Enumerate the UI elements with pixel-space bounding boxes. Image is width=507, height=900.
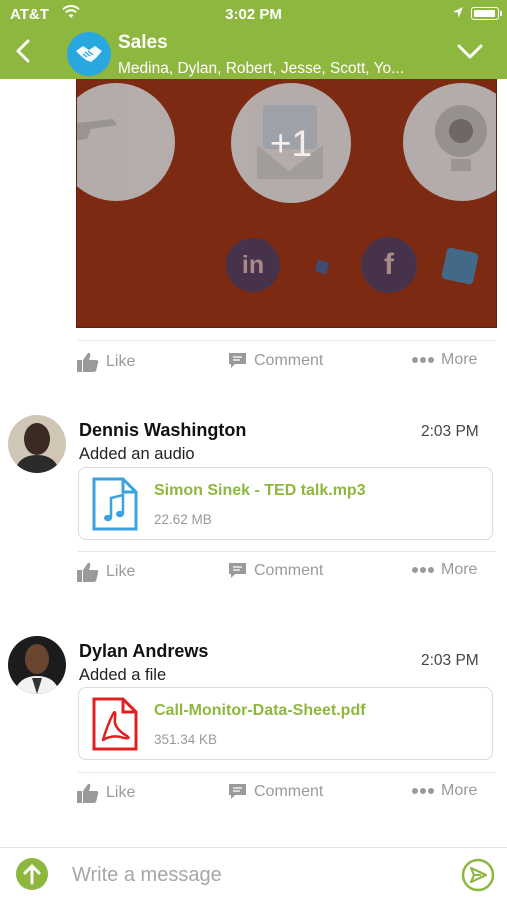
- divider: [78, 551, 496, 552]
- member-list[interactable]: Medina, Dylan, Robert, Jesse, Scott, Yo.…: [118, 60, 438, 78]
- comment-button[interactable]: Comment: [227, 561, 323, 580]
- more-label: More: [441, 782, 478, 799]
- image-preview[interactable]: +1 in f: [76, 79, 497, 328]
- app-header: AT&T 3:02 PM Sales Medina, Dylan, Robert…: [0, 0, 507, 79]
- attachment-size: 351.34 KB: [154, 732, 218, 747]
- back-button[interactable]: [8, 34, 42, 68]
- comment-label: Comment: [254, 782, 324, 800]
- attachment-card[interactable]: Simon Sinek - TED talk.mp3 22.62 MB: [78, 467, 493, 540]
- post-text: Added an audio: [79, 445, 195, 463]
- more-label: More: [441, 351, 478, 368]
- decorative-square: [314, 259, 330, 275]
- post-time: 2:03 PM: [421, 652, 479, 669]
- social-share-icon: [441, 247, 479, 285]
- attachment-card[interactable]: Call-Monitor-Data-Sheet.pdf 351.34 KB: [78, 687, 493, 760]
- comment-button[interactable]: Comment: [227, 782, 323, 801]
- status-bar: AT&T 3:02 PM: [0, 0, 507, 28]
- comment-button[interactable]: Comment: [227, 351, 323, 370]
- clock: 3:02 PM: [225, 6, 282, 23]
- more-button[interactable]: More: [411, 351, 477, 369]
- location-arrow-icon: [452, 6, 464, 24]
- like-label: Like: [106, 353, 136, 370]
- post-author[interactable]: Dennis Washington: [79, 420, 246, 441]
- divider: [78, 772, 496, 773]
- more-button[interactable]: More: [411, 561, 477, 579]
- message-input[interactable]: [72, 860, 442, 890]
- chevron-down-icon[interactable]: [454, 38, 486, 66]
- post-actions: Like Comment More: [76, 561, 497, 589]
- group-avatar-handshake-icon[interactable]: [67, 32, 111, 76]
- like-label: Like: [106, 784, 136, 801]
- post-text: Added a file: [79, 666, 167, 684]
- more-button[interactable]: More: [411, 782, 477, 800]
- post-actions: Like Comment More: [76, 351, 497, 379]
- battery-icon: [471, 7, 502, 20]
- upload-arrow-icon[interactable]: [16, 858, 48, 895]
- send-icon[interactable]: [461, 858, 495, 897]
- more-label: More: [441, 561, 478, 578]
- conversation-title: Sales: [118, 32, 168, 53]
- comment-label: Comment: [254, 351, 324, 369]
- post-author[interactable]: Dylan Andrews: [79, 641, 208, 662]
- audio-file-icon: [91, 476, 139, 532]
- like-button[interactable]: Like: [76, 351, 135, 373]
- like-label: Like: [106, 563, 136, 580]
- webcam-thumbnail: [403, 83, 496, 201]
- post-time: 2:03 PM: [421, 423, 479, 440]
- pdf-file-icon: [91, 696, 139, 752]
- message-composer: [0, 847, 507, 900]
- attachment-size: 22.62 MB: [154, 512, 212, 527]
- facebook-icon: f: [361, 237, 417, 293]
- overflow-count: +1: [269, 123, 313, 164]
- avatar[interactable]: [8, 636, 66, 694]
- like-button[interactable]: Like: [76, 561, 135, 583]
- more-images-thumbnail[interactable]: +1: [231, 83, 351, 203]
- like-button[interactable]: Like: [76, 782, 135, 804]
- post-actions: Like Comment More: [76, 782, 497, 810]
- message-feed[interactable]: +1 in f Like Comment More Dennis Washing…: [0, 79, 507, 847]
- attachment-name[interactable]: Simon Sinek - TED talk.mp3: [154, 482, 366, 500]
- comment-label: Comment: [254, 561, 324, 579]
- divider: [78, 340, 496, 341]
- hand-pointer-thumbnail: [77, 83, 175, 201]
- attachment-name[interactable]: Call-Monitor-Data-Sheet.pdf: [154, 702, 366, 720]
- avatar[interactable]: [8, 415, 66, 473]
- linkedin-icon: in: [226, 238, 280, 292]
